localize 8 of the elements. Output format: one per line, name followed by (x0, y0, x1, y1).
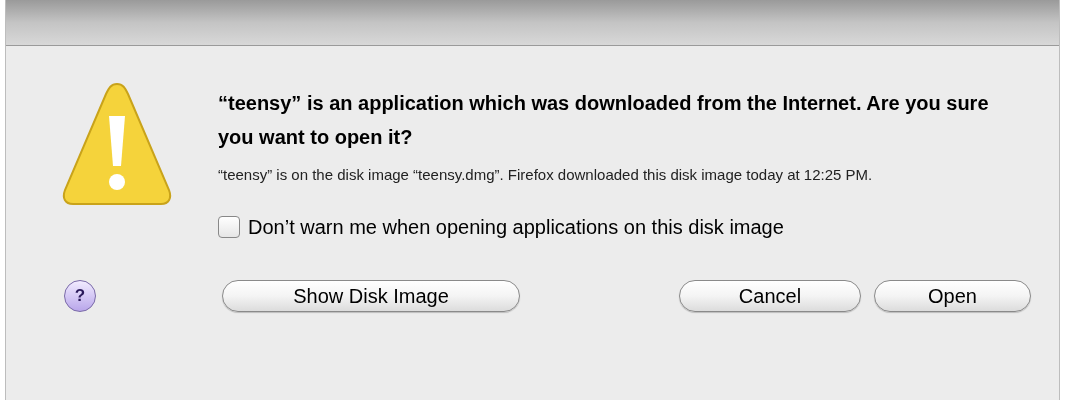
help-button[interactable]: ? (64, 280, 96, 312)
show-disk-image-button[interactable]: Show Disk Image (222, 280, 520, 312)
cancel-button[interactable]: Cancel (679, 280, 861, 312)
checkbox-label: Don’t warn me when opening applications on this disk image (248, 215, 784, 240)
dialog-message: “teensy” is on the disk image “teensy.dmg”. Firefox downloaded this disk image today at 12:25 PM. (218, 165, 874, 185)
open-button[interactable]: Open (874, 280, 1031, 312)
dialog-heading: “teensy” is an application which was downloaded from the Internet. Are you sure you want to open it? (218, 91, 990, 150)
checkbox[interactable] (218, 216, 240, 238)
